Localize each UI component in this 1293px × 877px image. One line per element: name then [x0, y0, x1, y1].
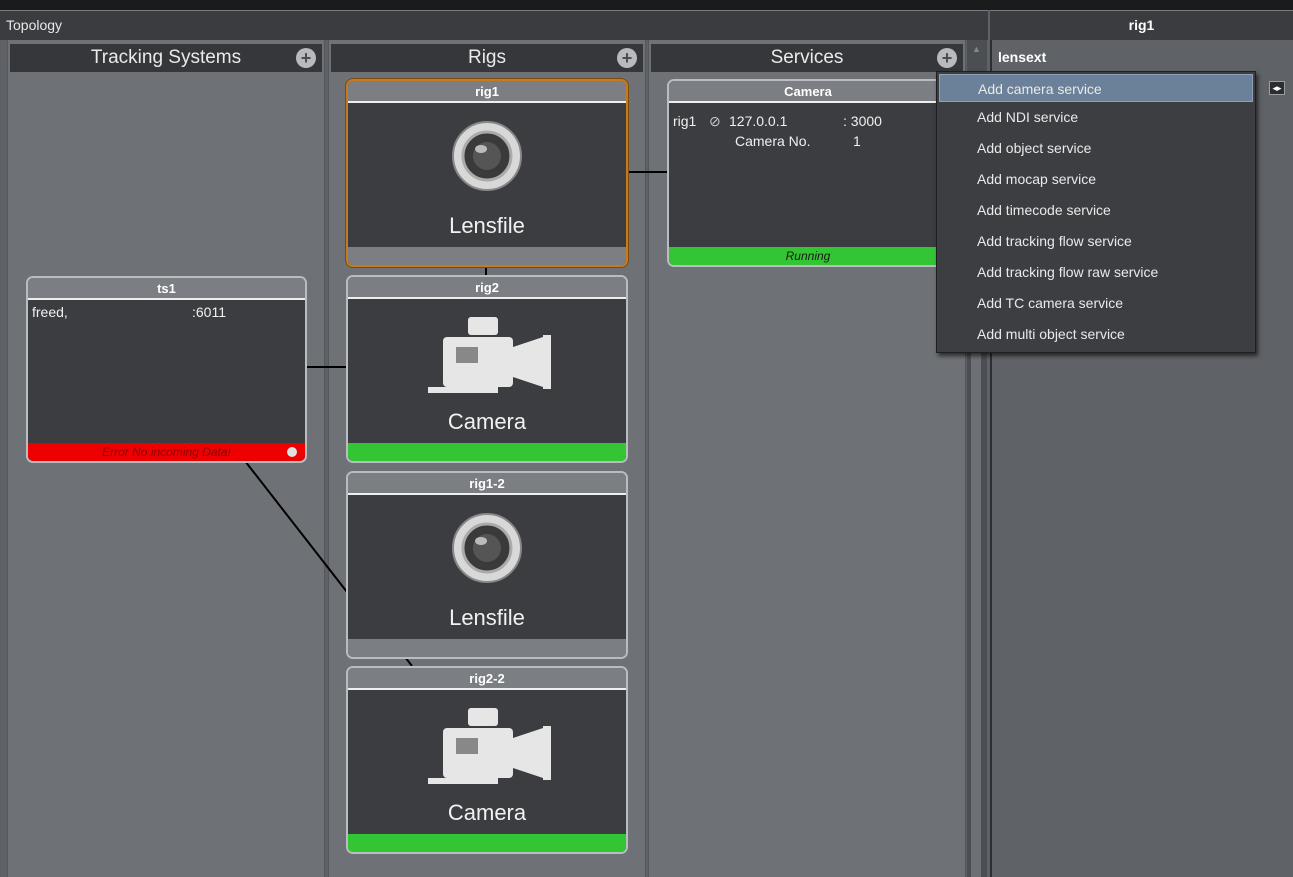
status-bar [348, 443, 626, 461]
service-rig: rig1 [673, 113, 697, 129]
menu-icon[interactable] [287, 447, 297, 457]
camera-icon [348, 698, 626, 788]
menu-item-add-timecode-service[interactable]: Add timecode service [937, 195, 1255, 226]
menu-item-add-multi-object-service[interactable]: Add multi object service [937, 319, 1255, 350]
node-title: rig2-2 [348, 668, 626, 690]
ts-port: :6011 [192, 304, 226, 320]
service-node[interactable]: Camera rig1 ⊘ 127.0.0.1 : 3000 Camera No… [667, 79, 949, 267]
rig-node[interactable]: rig2 Camera [346, 275, 628, 463]
lens-icon [348, 503, 626, 593]
menu-item-add-object-service[interactable]: Add object service [937, 133, 1255, 164]
status-bar: Running [669, 247, 947, 265]
status-text: Error No incoming Data! [102, 445, 231, 459]
menu-item-add-tracking-flow-service[interactable]: Add tracking flow service [937, 226, 1255, 257]
tracking-system-node[interactable]: ts1 freed, :6011 Error No incoming Data! [26, 276, 307, 463]
status-bar [348, 834, 626, 852]
rig-type-label: Camera [447, 409, 527, 434]
service-port: : 3000 [843, 113, 882, 129]
node-title: rig1 [348, 81, 626, 103]
link-broken-icon: ⊘ [709, 113, 721, 129]
camera-no-value: 1 [853, 133, 861, 149]
camera-no-label: Camera No. [735, 133, 811, 149]
menu-item-add-camera-service[interactable]: Add camera service [939, 74, 1253, 102]
lens-icon [348, 111, 626, 201]
node-title: ts1 [28, 278, 305, 300]
service-ip: 127.0.0.1 [729, 113, 788, 129]
rig-node[interactable]: rig2-2 Camera [346, 666, 628, 854]
rig-type-label: Camera [447, 800, 527, 825]
menu-item-add-tc-camera-service[interactable]: Add TC camera service [937, 288, 1255, 319]
status-bar [348, 247, 626, 265]
node-title: Camera [669, 81, 947, 103]
menu-item-add-ndi-service[interactable]: Add NDI service [937, 102, 1255, 133]
status-bar: Error No incoming Data! [28, 443, 305, 461]
status-text: Running [785, 249, 831, 263]
add-service-context-menu: Add camera service Add NDI service Add o… [936, 71, 1256, 353]
rig-type-label: Lensfile [449, 605, 525, 630]
menu-item-add-tracking-flow-raw-service[interactable]: Add tracking flow raw service [937, 257, 1255, 288]
camera-icon [348, 307, 626, 397]
status-bar [348, 639, 626, 657]
ts-protocol: freed, [32, 304, 68, 320]
menu-item-add-mocap-service[interactable]: Add mocap service [937, 164, 1255, 195]
rig-node[interactable]: rig1-2 Lensfile [346, 471, 628, 659]
node-title: rig2 [348, 277, 626, 299]
rig-type-label: Lensfile [449, 213, 525, 238]
rig-node[interactable]: rig1 Lensfile [346, 79, 628, 267]
node-title: rig1-2 [348, 473, 626, 495]
link-ts1-rig1-2 [244, 460, 348, 593]
